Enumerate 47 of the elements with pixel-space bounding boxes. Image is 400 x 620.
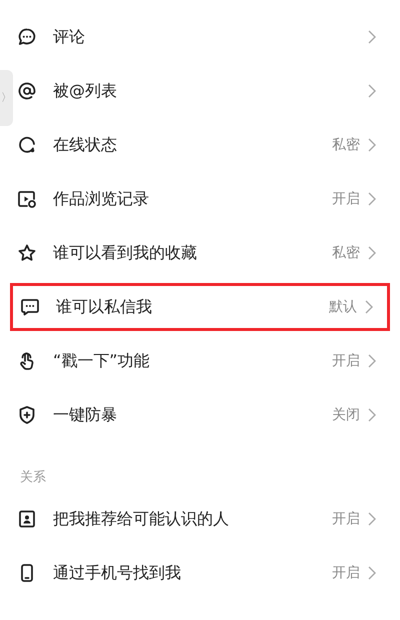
settings-row[interactable]: 谁可以看到我的收藏 私密 <box>14 226 400 280</box>
row-label: 一键防暴 <box>53 404 117 426</box>
row-label: “戳一下”功能 <box>53 350 150 372</box>
chevron-right-icon <box>368 138 376 152</box>
row-value: 关闭 <box>332 406 360 424</box>
chevron-right-icon <box>368 512 376 526</box>
star-icon <box>17 243 37 263</box>
chevron-right-icon <box>368 566 376 580</box>
row-label: 通过手机号找到我 <box>53 562 181 584</box>
at-sign-icon <box>17 81 37 101</box>
settings-row[interactable]: 谁可以私信我 默认 <box>10 283 390 331</box>
settings-row[interactable]: 一键防暴 关闭 <box>14 388 400 442</box>
row-label: 把我推荐给可能认识的人 <box>53 508 229 530</box>
row-label: 谁可以私信我 <box>56 296 152 318</box>
settings-row[interactable]: 作品浏览记录 开启 <box>14 172 400 226</box>
row-value: 私密 <box>332 136 360 154</box>
row-value: 开启 <box>332 352 360 370</box>
settings-row[interactable]: 把我推荐给可能认识的人 开启 <box>14 492 400 546</box>
status-circle-icon <box>17 135 37 155</box>
chevron-right-icon <box>368 246 376 260</box>
row-value: 开启 <box>332 510 360 528</box>
row-label: 在线状态 <box>53 134 117 156</box>
row-label: 被@列表 <box>53 80 117 102</box>
row-value: 开启 <box>332 564 360 582</box>
row-label: 作品浏览记录 <box>53 188 149 210</box>
shield-plus-icon <box>17 405 37 425</box>
chevron-right-icon <box>368 84 376 98</box>
chevron-right-icon <box>365 300 373 314</box>
section-title: 关系 <box>20 470 46 485</box>
settings-row[interactable]: 在线状态 私密 <box>14 118 400 172</box>
chat-bubble-icon <box>17 27 37 47</box>
settings-row[interactable]: “戳一下”功能 开启 <box>14 334 400 388</box>
row-label: 谁可以看到我的收藏 <box>53 242 197 264</box>
settings-row[interactable]: 通过手机号找到我 开启 <box>14 546 400 600</box>
contact-card-icon <box>17 509 37 529</box>
settings-row[interactable]: 评论 <box>14 10 400 64</box>
row-value: 默认 <box>329 298 357 316</box>
row-label: 评论 <box>53 26 85 48</box>
chevron-right-icon <box>368 354 376 368</box>
video-clock-icon <box>17 189 37 209</box>
chevron-right-icon <box>368 192 376 206</box>
row-value: 私密 <box>332 244 360 262</box>
row-value: 开启 <box>332 190 360 208</box>
message-icon <box>20 297 40 317</box>
settings-row[interactable]: 被@列表 <box>14 64 400 118</box>
chevron-right-icon <box>368 30 376 44</box>
chevron-right-icon <box>368 408 376 422</box>
